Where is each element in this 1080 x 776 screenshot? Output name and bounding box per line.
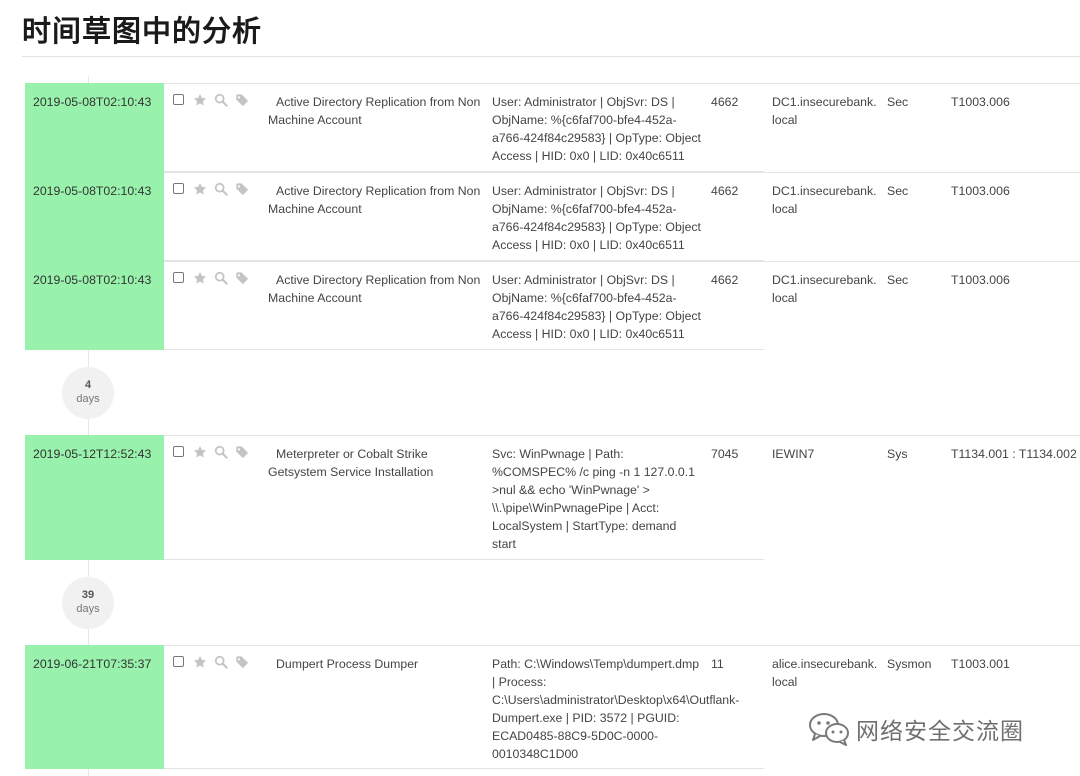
event-channel: Sys: [887, 447, 908, 461]
time-gap-count: 39: [81, 589, 95, 601]
event-mitre-tags: T1003.006: [951, 184, 1010, 198]
event-rule-name: Active Directory Replication from Non Ma…: [268, 273, 481, 305]
event-id: 4662: [711, 95, 739, 109]
event-computer: IEWIN7: [772, 447, 815, 461]
event-select-checkbox[interactable]: [173, 183, 184, 194]
timeline-event-row: 2019-05-12T12:52:43 Meterpreter or Cobal…: [25, 435, 1080, 560]
search-icon[interactable]: [214, 445, 228, 459]
event-computer: DC1.insecurebank.local: [772, 184, 877, 216]
search-icon[interactable]: [214, 93, 228, 107]
event-timestamp: 2019-06-21T07:35:37: [25, 645, 164, 769]
event-select-checkbox[interactable]: [173, 94, 184, 105]
event-details: Svc: WinPwnage | Path: %COMSPEC% /c ping…: [492, 447, 695, 551]
event-channel: Sec: [887, 95, 909, 109]
event-channel: Sec: [887, 184, 909, 198]
event-id: 7045: [711, 447, 739, 461]
tag-icon[interactable]: [235, 93, 249, 107]
event-id: 4662: [711, 184, 739, 198]
watermark: 网络安全交流圈: [808, 712, 1024, 746]
event-details: User: Administrator | ObjSvr: DS | ObjNa…: [492, 95, 701, 163]
title-divider: [22, 56, 1080, 57]
event-mitre-tags: T1003.001: [951, 657, 1010, 671]
event-timestamp: 2019-05-08T02:10:43: [25, 261, 164, 350]
wechat-icon: [808, 712, 850, 746]
event-computer: DC1.insecurebank.local: [772, 95, 877, 127]
tag-icon[interactable]: [235, 182, 249, 196]
event-channel: Sysmon: [887, 657, 932, 671]
event-timestamp: 2019-05-08T02:10:43: [25, 172, 164, 261]
watermark-text: 网络安全交流圈: [856, 719, 1024, 745]
event-rule-name: Dumpert Process Dumper: [276, 657, 419, 671]
timeline-event-row: 2019-06-21T07:35:37 Dumpert Process Dump…: [25, 645, 1080, 769]
event-rule-name: Active Directory Replication from Non Ma…: [268, 184, 481, 216]
tag-icon[interactable]: [235, 655, 249, 669]
time-gap-count: 4: [84, 379, 92, 391]
event-details: User: Administrator | ObjSvr: DS | ObjNa…: [492, 184, 701, 252]
event-select-checkbox[interactable]: [173, 446, 184, 457]
event-select-checkbox[interactable]: [173, 272, 184, 283]
timeline-event-row: 2019-05-08T02:10:43 Active Directory Rep…: [25, 83, 1080, 172]
event-timestamp: 2019-05-08T02:10:43: [25, 83, 164, 172]
time-gap-indicator: 4 days: [62, 367, 114, 419]
event-select-checkbox[interactable]: [173, 656, 184, 667]
timeline-event-row: 2019-05-08T02:10:43 Active Directory Rep…: [25, 261, 1080, 350]
timeline-event-row: 2019-05-08T02:10:43 Active Directory Rep…: [25, 172, 1080, 261]
search-icon[interactable]: [214, 182, 228, 196]
event-computer: DC1.insecurebank.local: [772, 273, 877, 305]
event-mitre-tags: T1003.006: [951, 95, 1010, 109]
event-details: Path: C:\Windows\Temp\dumpert.dmp | Proc…: [492, 657, 740, 761]
tag-icon[interactable]: [235, 445, 249, 459]
search-icon[interactable]: [214, 271, 228, 285]
star-icon[interactable]: [193, 655, 207, 669]
star-icon[interactable]: [193, 445, 207, 459]
event-mitre-tags: T1003.006: [951, 273, 1010, 287]
event-id: 4662: [711, 273, 739, 287]
tag-icon[interactable]: [235, 271, 249, 285]
star-icon[interactable]: [193, 182, 207, 196]
star-icon[interactable]: [193, 271, 207, 285]
time-gap-unit: days: [76, 603, 100, 615]
event-mitre-tags: T1134.001 : T1134.002: [951, 447, 1077, 461]
event-details: User: Administrator | ObjSvr: DS | ObjNa…: [492, 273, 701, 341]
event-computer: alice.insecurebank.local: [772, 657, 878, 689]
event-id: 11: [711, 657, 724, 671]
event-channel: Sec: [887, 273, 909, 287]
page-title: 时间草图中的分析: [22, 14, 263, 48]
time-gap-unit: days: [76, 393, 100, 405]
event-timestamp: 2019-05-12T12:52:43: [25, 435, 164, 560]
time-gap-indicator: 39 days: [62, 577, 114, 629]
search-icon[interactable]: [214, 655, 228, 669]
star-icon[interactable]: [193, 93, 207, 107]
event-rule-name: Meterpreter or Cobalt Strike Getsystem S…: [268, 447, 434, 479]
event-rule-name: Active Directory Replication from Non Ma…: [268, 95, 481, 127]
